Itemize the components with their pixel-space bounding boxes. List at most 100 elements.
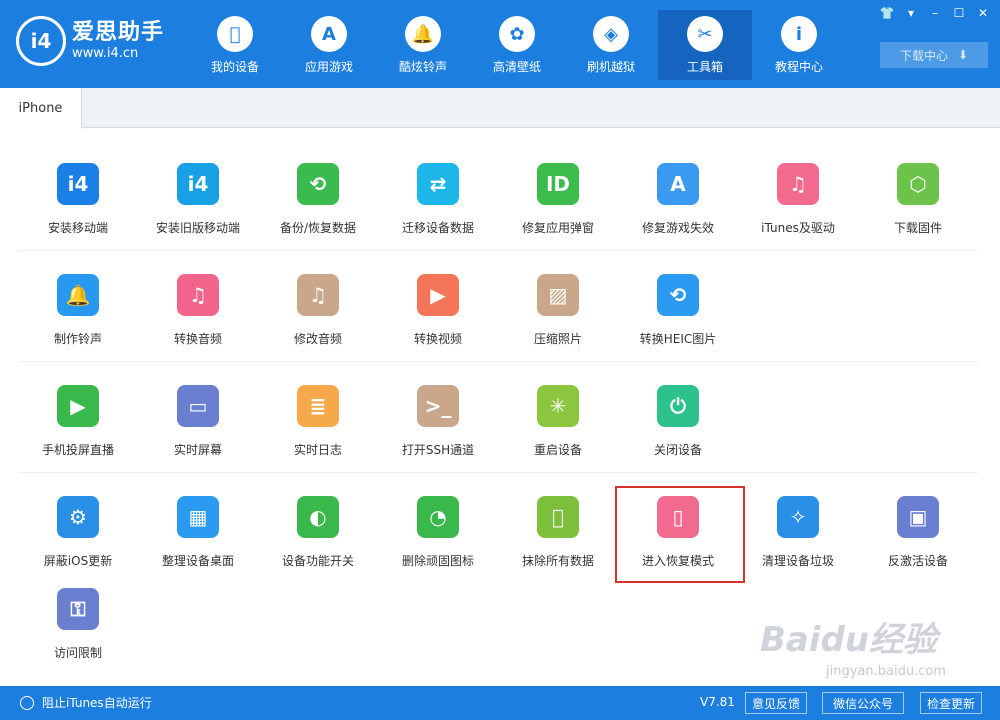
download-icon: ⬇ (957, 48, 969, 62)
tool-label: 实时屏幕 (173, 443, 222, 457)
tool-item[interactable]: ▭ 实时屏幕 (138, 362, 258, 473)
realtime-screen-icon: ▭ (177, 385, 219, 427)
block-itunes-toggle[interactable]: 阻止iTunes自动运行 (20, 694, 152, 711)
tool-label: 进入恢复模式 (641, 554, 714, 568)
deactivate-device-icon: ▣ (897, 496, 939, 538)
tool-label: 屏蔽iOS更新 (43, 554, 113, 568)
status-bar: 阻止iTunes自动运行 V7.81 意见反馈 微信公众号 检查更新 (0, 686, 1000, 720)
tool-label: 清理设备垃圾 (761, 554, 834, 568)
tool-item[interactable]: ⚙ 屏蔽iOS更新 (18, 473, 138, 584)
nav-label: 高清壁纸 (492, 60, 541, 74)
tool-label: 下载固件 (893, 221, 942, 235)
i4-logo-icon: i4 (16, 16, 66, 66)
app-name: 爱思助手 (72, 20, 165, 45)
tool-label: 安装移动端 (47, 221, 108, 235)
logo-text: 爱思助手 www.i4.cn (72, 20, 164, 62)
convert-video-icon: ▶ (417, 274, 459, 316)
tool-item[interactable]: ⬡ 下载固件 (858, 140, 978, 251)
tools-icon: ✂ (687, 16, 723, 52)
tool-item[interactable]: ▶ 转换视频 (378, 251, 498, 362)
tool-item[interactable]: ⟲ 备份/恢复数据 (258, 140, 378, 251)
toolbox-grid: i4 安装移动端 i4 安装旧版移动端 ⟲ 备份/恢复数据 ⇄ 迁移设备数据 ID 修复应用弹窗 A… (18, 140, 978, 674)
tool-row: ⚙ 屏蔽iOS更新 ▦ 整理设备桌面 ◐ 设备功能开关 ◔ 删除顽固图标  抹除所有数据 ▯ 进入恢… (18, 473, 978, 584)
tool-item[interactable]: ▯ 进入恢复模式 (618, 473, 738, 584)
ssh-terminal-icon: >_ (417, 385, 459, 427)
tool-label: 转换HEIC图片 (639, 332, 717, 346)
tool-item[interactable]: ▦ 整理设备桌面 (138, 473, 258, 584)
tool-item[interactable]: i4 安装移动端 (18, 140, 138, 251)
tool-item[interactable]: ◔ 删除顽固图标 (378, 473, 498, 584)
nav-item-1[interactable]: A 应用游戏 (282, 10, 376, 80)
app-logo: i4 爱思助手 www.i4.cn (16, 16, 164, 66)
maximize-icon[interactable]: ☐ (948, 4, 970, 22)
restart-device-icon: ✳ (537, 385, 579, 427)
tool-item[interactable]: >_ 打开SSH通道 (378, 362, 498, 473)
itunes-icon: ♫ (777, 163, 819, 205)
tool-item[interactable]: ◐ 设备功能开关 (258, 473, 378, 584)
skin-icon[interactable]: 👕 (876, 4, 898, 22)
tool-label: 重启设备 (533, 443, 582, 457)
nav-item-2[interactable]: 🔔 酷炫铃声 (376, 10, 470, 80)
tool-label: 实时日志 (293, 443, 342, 457)
tool-item[interactable]: ♫ 修改音频 (258, 251, 378, 362)
tool-item[interactable]: ID 修复应用弹窗 (498, 140, 618, 251)
bell-icon: 🔔 (405, 16, 441, 52)
tool-label: 设备功能开关 (281, 554, 354, 568)
nav-label: 工具箱 (686, 60, 723, 74)
tool-item[interactable]: ⇄ 迁移设备数据 (378, 140, 498, 251)
tool-item[interactable]: 🔔 制作铃声 (18, 251, 138, 362)
menu-icon[interactable]: ▾ (900, 4, 922, 22)
info-icon: i (781, 16, 817, 52)
tool-label: 关闭设备 (653, 443, 702, 457)
close-icon[interactable]: ✕ (972, 4, 994, 22)
tool-label: 访问限制 (53, 646, 102, 660)
nav-label: 教程中心 (774, 60, 823, 74)
tool-item[interactable]: ▣ 反激活设备 (858, 473, 978, 584)
tool-item[interactable]: ✳ 重启设备 (498, 362, 618, 473)
ringtone-bell-icon: 🔔 (57, 274, 99, 316)
version-label: V7.81 (700, 695, 735, 709)
minimize-icon[interactable]: – (924, 4, 946, 22)
i4-app-icon: i4 (57, 163, 99, 205)
tool-item[interactable]:  抹除所有数据 (498, 473, 618, 584)
realtime-log-icon: ≣ (297, 385, 339, 427)
nav-item-0[interactable]:  我的设备 (188, 10, 282, 80)
tool-item[interactable]: ✧ 清理设备垃圾 (738, 473, 858, 584)
tool-item[interactable]: ▶ 手机投屏直播 (18, 362, 138, 473)
main-nav:  我的设备 A 应用游戏 🔔 酷炫铃声 ✿ 高清壁纸 ◈ 刷机越狱 ✂ 工具箱 i 教程中心 (188, 10, 846, 80)
tool-item[interactable]: ▨ 压缩照片 (498, 251, 618, 362)
block-update-icon: ⚙ (57, 496, 99, 538)
apple-id-fix-icon: ID (537, 163, 579, 205)
tool-label: 修复应用弹窗 (521, 221, 594, 235)
radio-icon[interactable] (20, 695, 34, 710)
nav-item-3[interactable]: ✿ 高清壁纸 (470, 10, 564, 80)
baidu-watermark-url: jingyan.baidu.com (826, 664, 946, 679)
block-itunes-label: 阻止iTunes自动运行 (42, 696, 152, 710)
wechat-button[interactable]: 微信公众号 (822, 692, 904, 714)
tool-item[interactable]: A 修复游戏失效 (618, 140, 738, 251)
nav-item-4[interactable]: ◈ 刷机越狱 (564, 10, 658, 80)
check-update-button[interactable]: 检查更新 (920, 692, 982, 714)
tool-label: 删除顽固图标 (401, 554, 474, 568)
i4-legacy-app-icon: i4 (177, 163, 219, 205)
nav-item-5[interactable]: ✂ 工具箱 (658, 10, 752, 80)
feedback-button[interactable]: 意见反馈 (745, 692, 807, 714)
tool-item[interactable]: ≣ 实时日志 (258, 362, 378, 473)
tool-item[interactable]: ⚿ 访问限制 (18, 584, 138, 674)
erase-data-icon:  (537, 496, 579, 538)
download-center-button[interactable]: 下载中心 ⬇ (880, 42, 988, 68)
tool-label: 迁移设备数据 (401, 221, 474, 235)
tool-label: iTunes及驱动 (761, 221, 835, 235)
tool-item[interactable]: ⟲ 转换HEIC图片 (618, 251, 738, 362)
tool-item[interactable]: ⏻ 关闭设备 (618, 362, 738, 473)
apple-icon:  (217, 16, 253, 52)
tab-iphone[interactable]: iPhone (0, 88, 82, 129)
tool-label: 转换音频 (173, 332, 222, 346)
tool-item[interactable]: ♫ iTunes及驱动 (738, 140, 858, 251)
tool-item[interactable]: i4 安装旧版移动端 (138, 140, 258, 251)
tool-item[interactable]: ♫ 转换音频 (138, 251, 258, 362)
clean-junk-icon: ✧ (777, 496, 819, 538)
nav-item-6[interactable]: i 教程中心 (752, 10, 846, 80)
power-off-icon: ⏻ (657, 385, 699, 427)
tool-label: 整理设备桌面 (161, 554, 234, 568)
